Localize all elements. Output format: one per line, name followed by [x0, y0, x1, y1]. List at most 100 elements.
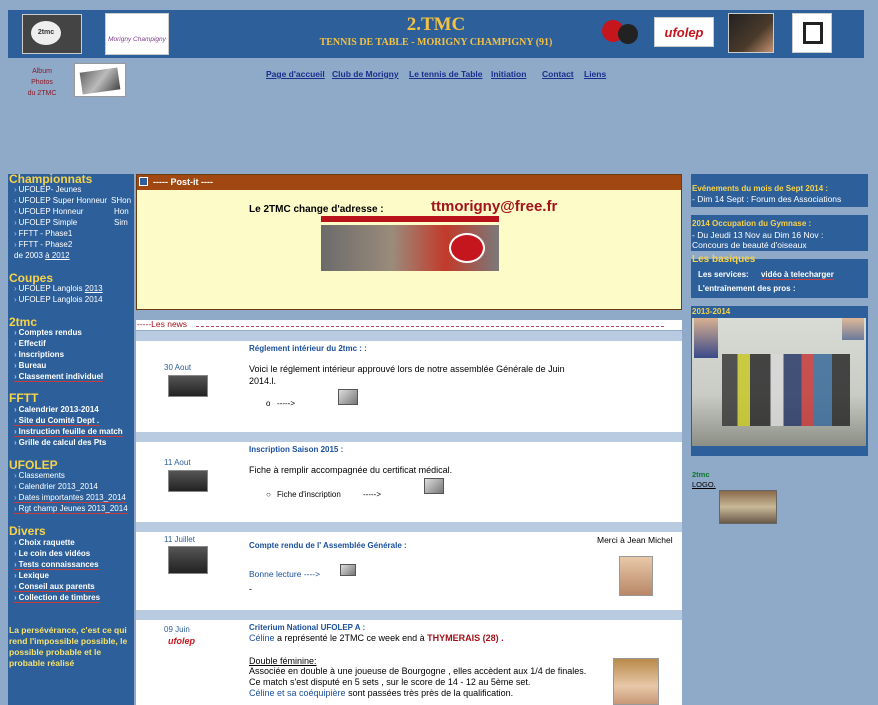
gym-occupation-line-1: - Du Jeudi 13 Nov au Dim 16 Nov :	[692, 230, 824, 240]
news-link-arrow[interactable]: ----->	[277, 399, 295, 408]
left-sidebar: Championnats UFOLEP- Jeunes UFOLEP Super…	[8, 172, 134, 705]
link-langlois-2013[interactable]: UFOLEP Langlois 2013	[14, 284, 103, 293]
link-site-comite[interactable]: Site du Comité Dept .	[14, 416, 100, 426]
news-line-5-text: sont passées très près de la qualificati…	[345, 688, 514, 698]
logo-link[interactable]: LOGO.	[692, 480, 716, 489]
news-line-2: Double féminine:	[249, 656, 317, 666]
link-calendrier-fftt[interactable]: Calendrier 2013-2014	[14, 405, 99, 414]
link-inscriptions[interactable]: Inscriptions	[14, 350, 64, 359]
link-classement-individuel[interactable]: Classement individuel	[14, 372, 104, 382]
news-title[interactable]: Réglement intérieur du 2tmc : :	[249, 344, 367, 353]
news-title[interactable]: Criterium National UFOLEP A :	[249, 623, 365, 632]
news-item-assemblee: 11 Juillet Compte rendu de l' Assemblée …	[136, 522, 682, 610]
inset-photo-left	[694, 318, 718, 358]
news-bullet: o	[266, 399, 271, 408]
link-grille-calcul[interactable]: Grille de calcul des Pts	[14, 438, 107, 447]
right-sidebar: Evénements du mois de Sept 2014 : - Dim …	[691, 174, 868, 538]
news-thanks: Merci à Jean Michel	[597, 535, 673, 545]
link-archives-from[interactable]: de 2003 à 2012	[14, 251, 70, 260]
news-link-bonne-lecture[interactable]: Bonne lecture ---->	[249, 569, 320, 579]
news-title[interactable]: Inscription Saison 2015 :	[249, 445, 343, 454]
news-line-4: Ce match s'est disputé en 5 sets , sur l…	[249, 677, 531, 687]
events-item-1: - Dim 14 Sept : Forum des Associations	[692, 194, 842, 204]
link-fftt-phase1[interactable]: FFTT - Phase1	[14, 229, 73, 238]
link-coin-videos[interactable]: Le coin des vidéos	[14, 549, 91, 558]
nav-initiation[interactable]: Initiation	[491, 69, 526, 79]
news-title[interactable]: Compte rendu de l' Assemblée Générale :	[249, 541, 407, 550]
nav-liens[interactable]: Liens	[584, 69, 606, 79]
news-link-label[interactable]: Fiche d'inscription	[277, 490, 341, 499]
site-header: 2tmc Morigny Champigny 2.TMC TENNIS DE T…	[8, 10, 864, 58]
top-navigation: Page d'accueil Club de Morigny Le tennis…	[262, 69, 622, 83]
video-download-link[interactable]: vidéo à telecharger	[760, 270, 834, 280]
nav-contact[interactable]: Contact	[542, 69, 574, 79]
news-thumbnail	[168, 546, 208, 574]
album-photos-link[interactable]: Album Photos du 2TMC	[22, 66, 62, 99]
news-divider	[196, 326, 664, 327]
link-lexique[interactable]: Lexique	[14, 571, 49, 580]
archives-from-text: de 2003	[14, 251, 43, 260]
pro-training-link[interactable]: L'entraînement des pros :	[698, 284, 795, 293]
tmc-label: 2tmc	[692, 470, 710, 479]
nav-tennis-de-table[interactable]: Le tennis de Table	[409, 69, 483, 79]
services-label[interactable]: Les services:	[698, 270, 749, 279]
news-item-inscription: 11 Aout Inscription Saison 2015 : Fiche …	[136, 432, 682, 522]
news-dash: -	[249, 584, 252, 594]
book-icon[interactable]	[424, 478, 444, 494]
news-place: THYMERAIS (28) .	[427, 633, 504, 643]
right-lower-panel: 2tmc LOGO.	[691, 456, 868, 538]
link-ufolep-honneur[interactable]: UFOLEP Honneur	[14, 207, 84, 216]
news-strip	[136, 522, 682, 532]
link-langlois-2014[interactable]: UFOLEP Langlois 2014	[14, 295, 103, 304]
album-photos-image[interactable]	[74, 63, 126, 97]
link-tests-connaissances[interactable]: Tests connaissances	[14, 560, 99, 570]
postit-banner-image	[321, 225, 499, 271]
news-date: 11 Aout	[164, 458, 191, 467]
link-rgt-champ-jeunes[interactable]: Rgt champ Jeunes 2013_2014	[14, 504, 128, 514]
link-ufolep-simple[interactable]: UFOLEP Simple	[14, 218, 78, 227]
heading-coupes: Coupes	[9, 271, 54, 285]
news-strip	[136, 432, 682, 442]
services-line: Les services: vidéo à telecharger	[698, 270, 834, 280]
link-ufolep-jeunes[interactable]: UFOLEP- Jeunes	[14, 185, 82, 194]
nav-accueil[interactable]: Page d'accueil	[266, 69, 325, 79]
langlois-2013-year: 2013	[84, 284, 103, 293]
postit-email[interactable]: ttmorigny@free.fr	[431, 198, 557, 215]
ufolep-logo[interactable]: ufolep	[654, 17, 714, 47]
link-conseil-parents[interactable]: Conseil aux parents	[14, 582, 95, 592]
link-dates-importantes[interactable]: Dates importantes 2013_2014	[14, 493, 126, 503]
link-instruction-feuille[interactable]: Instruction feuille de match	[14, 427, 123, 437]
link-calendrier-ufolep[interactable]: Calendrier 2013_2014	[14, 482, 98, 491]
gym-occupation-line-2: Concours de beauté d'oiseaux	[692, 240, 807, 250]
ufolep-logo-text: ufolep	[664, 25, 704, 40]
news-item-reglement: 30 Aout Réglement intérieur du 2tmc : : …	[136, 331, 682, 432]
nav-club-morigny[interactable]: Club de Morigny	[332, 69, 399, 79]
album-label-1: Album	[32, 68, 52, 75]
link-bureau[interactable]: Bureau	[14, 361, 47, 370]
book-icon[interactable]	[338, 389, 358, 405]
events-title: Evénements du mois de Sept 2014 :	[692, 184, 829, 193]
book-icon[interactable]	[340, 564, 356, 576]
gym-photo[interactable]	[719, 490, 777, 524]
news-thumbnail	[168, 470, 208, 492]
player-photo[interactable]	[728, 13, 774, 53]
link-choix-raquette[interactable]: Choix raquette	[14, 538, 75, 547]
fftt-logo[interactable]	[792, 13, 832, 53]
link-effectif[interactable]: Effectif	[14, 339, 46, 348]
team-group-photo[interactable]	[692, 318, 866, 446]
news-thumbnail	[168, 375, 208, 397]
code-sim: Sim	[114, 218, 128, 227]
link-collection-timbres[interactable]: Collection de timbres	[14, 593, 101, 603]
team-members	[722, 354, 850, 426]
link-comptes-rendus[interactable]: Comptes rendus	[14, 328, 82, 337]
album-label-2: Photos	[31, 79, 53, 86]
news-date: 11 Juillet	[164, 535, 195, 544]
news-date: 09 Juin	[164, 625, 190, 634]
heading-divers: Divers	[9, 524, 46, 538]
news-link-arrow[interactable]: ----->	[363, 490, 381, 499]
news-line-3: Associée en double à une joueuse de Bour…	[249, 666, 587, 676]
link-classements[interactable]: Classements	[14, 471, 65, 480]
basics-title: Les basiques	[692, 254, 756, 265]
link-fftt-phase2[interactable]: FFTT - Phase2	[14, 240, 73, 249]
link-ufolep-super-honneur[interactable]: UFOLEP Super Honneur	[14, 196, 107, 205]
